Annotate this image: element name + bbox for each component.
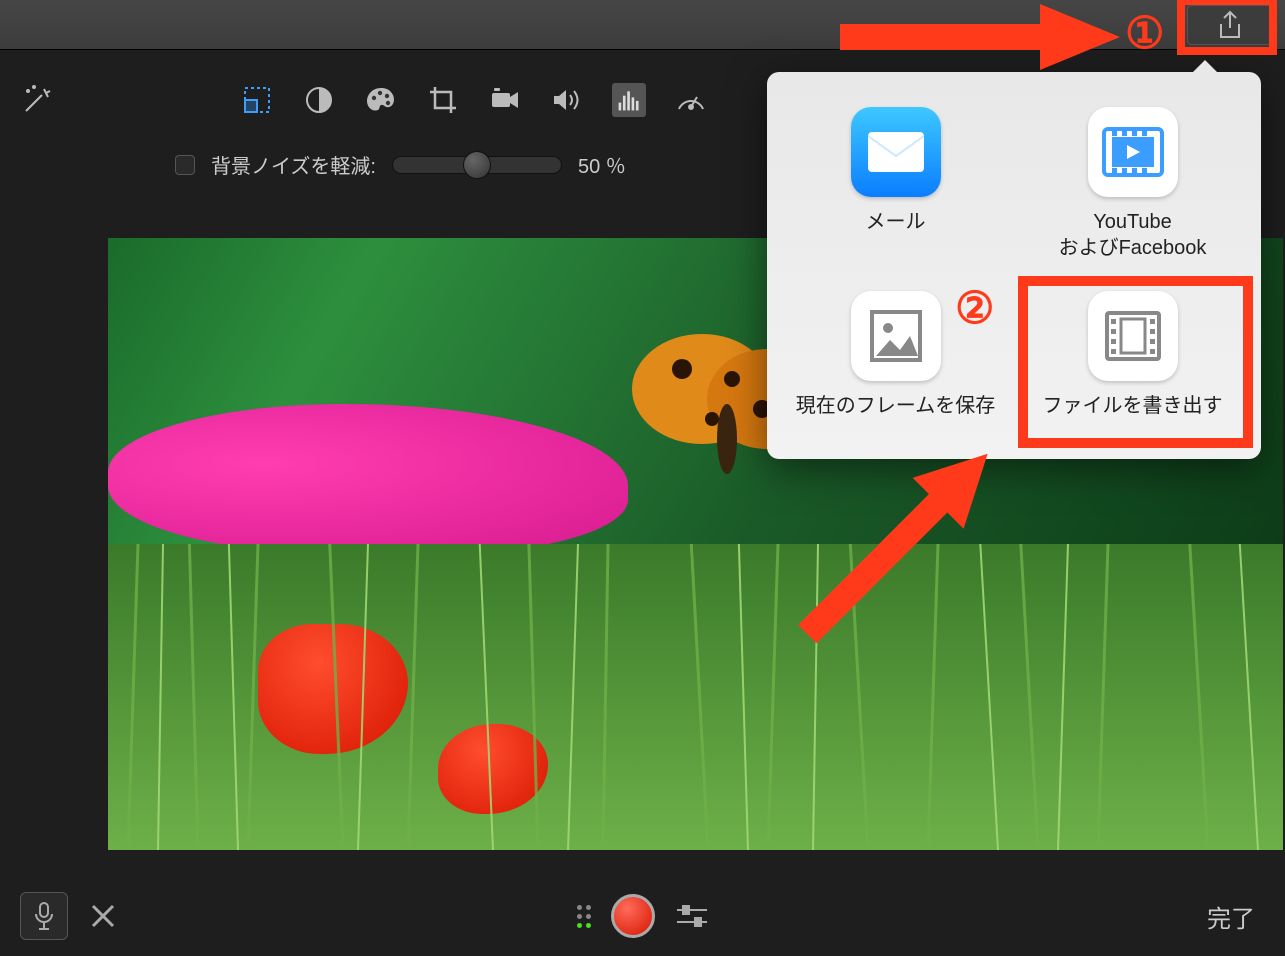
noise-checkbox[interactable] — [175, 155, 195, 175]
color-palette-icon[interactable] — [364, 83, 398, 117]
share-youtube-facebook[interactable]: YouTube およびFacebook — [1024, 107, 1241, 261]
mail-icon — [851, 107, 941, 197]
cancel-icon[interactable] — [88, 901, 118, 931]
annotation-arrow-2 — [760, 410, 1030, 680]
noise-label: 背景ノイズを軽減: — [211, 150, 376, 179]
preview-grass — [108, 544, 1283, 850]
share-youtube-label: YouTube およびFacebook — [1059, 209, 1207, 261]
slider-thumb[interactable] — [463, 151, 491, 179]
video-site-icon — [1088, 107, 1178, 197]
footer-bar: 完了 — [0, 876, 1285, 956]
preview-flower — [108, 404, 628, 554]
noise-value: 50 ％ — [578, 150, 626, 179]
magic-wand-icon[interactable] — [20, 83, 60, 117]
contrast-tool-icon[interactable] — [302, 83, 336, 117]
done-button[interactable]: 完了 — [1207, 899, 1255, 934]
selection-tool-icon[interactable] — [240, 83, 274, 117]
camera-tool-icon[interactable] — [488, 83, 522, 117]
noise-slider[interactable] — [392, 156, 562, 174]
annotation-highlight-export — [1018, 276, 1253, 448]
volume-tool-icon[interactable] — [550, 83, 584, 117]
share-mail[interactable]: メール — [787, 107, 1004, 261]
annotation-arrow-1 — [840, 4, 1120, 70]
annotation-number-2: ② — [955, 283, 994, 334]
record-controls — [577, 894, 709, 938]
drag-handle-icon[interactable] — [577, 905, 591, 928]
microphone-button[interactable] — [20, 892, 68, 940]
equalizer-tool-icon[interactable] — [612, 83, 646, 117]
image-frame-icon — [851, 291, 941, 381]
record-button[interactable] — [611, 894, 655, 938]
annotation-number-1: ① — [1125, 8, 1164, 59]
speed-tool-icon[interactable] — [674, 83, 708, 117]
share-mail-label: メール — [866, 209, 926, 235]
crop-tool-icon[interactable] — [426, 83, 460, 117]
level-adjust-icon[interactable] — [675, 903, 709, 929]
annotation-highlight-share — [1177, 0, 1277, 55]
